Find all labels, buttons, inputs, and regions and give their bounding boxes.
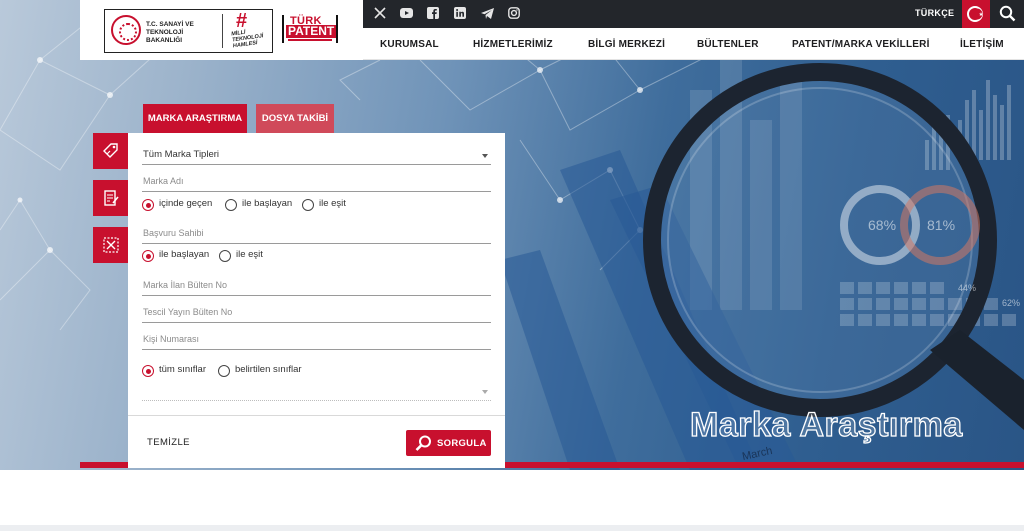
hero-stat-1: 68% — [868, 217, 896, 233]
ministry-name: T.C. SANAYİ VE TEKNOLOJİ BAKANLIĞI — [146, 21, 216, 45]
linkedin-icon[interactable] — [453, 6, 467, 20]
tab-dosya-takibi[interactable]: DOSYA TAKİBİ — [256, 104, 334, 133]
chevron-down-icon — [482, 154, 488, 158]
mark-type-select[interactable]: Tüm Marka Tipleri — [142, 146, 491, 165]
top-bar: TÜRKÇE — [363, 0, 1024, 28]
search-panel: Tüm Marka Tipleri Marka Adı içinde geçen… — [128, 133, 505, 468]
milli-teknoloji-text: MİLLİ TEKNOLOJİ HAMLESİ — [231, 27, 269, 50]
applicant-field[interactable]: Başvuru Sahibi — [142, 225, 491, 244]
nav-item-kurumsal[interactable]: KURUMSAL — [380, 39, 439, 50]
search-icon — [414, 434, 434, 452]
registry-bulletin-field[interactable]: Tescil Yayın Bülten No — [142, 304, 491, 323]
chevron-down-icon — [482, 390, 488, 394]
clear-button[interactable]: TEMİZLE — [147, 437, 190, 448]
turk-patent-underline — [288, 39, 332, 41]
radio-applicant-starts-label: ile başlayan — [159, 249, 209, 260]
mark-name-field[interactable]: Marka Adı — [142, 173, 491, 192]
hero-stat-3: 44% — [958, 283, 976, 293]
query-button[interactable]: SORGULA — [406, 430, 491, 456]
tab-marka-arastirma[interactable]: MARKA ARAŞTIRMA — [143, 104, 247, 133]
turkey-flag-icon — [962, 0, 990, 28]
bulletin-no-placeholder: Marka İlan Bülten No — [143, 280, 227, 290]
radio-specified-classes-label: belirtilen sınıflar — [235, 364, 302, 375]
nav-item-hizmetlerimiz[interactable]: HİZMETLERİMİZ — [473, 39, 553, 50]
tag-icon — [102, 142, 120, 160]
radio-applicant-equals-label: ile eşit — [236, 249, 263, 260]
side-button-other[interactable] — [93, 227, 128, 263]
document-edit-icon — [102, 189, 120, 207]
youtube-icon[interactable] — [399, 6, 413, 20]
panel-divider — [128, 415, 505, 416]
radio-all-classes-label: tüm sınıflar — [159, 364, 206, 375]
radio-all-classes[interactable] — [142, 365, 154, 377]
bulletin-no-field[interactable]: Marka İlan Bülten No — [142, 277, 491, 296]
x-icon[interactable] — [373, 6, 387, 20]
nav-item-vekiller[interactable]: PATENT/MARKA VEKİLLERİ — [792, 39, 930, 50]
radio-applicant-equals[interactable] — [219, 250, 231, 262]
logo-divider — [222, 14, 223, 48]
side-button-marka[interactable] — [93, 133, 128, 169]
applicant-placeholder: Başvuru Sahibi — [143, 228, 204, 238]
mark-type-value: Tüm Marka Tipleri — [143, 149, 219, 160]
person-number-field[interactable]: Kişi Numarası — [142, 331, 491, 350]
telegram-icon[interactable] — [480, 6, 494, 20]
radio-name-contains[interactable] — [142, 199, 154, 211]
side-button-document[interactable] — [93, 180, 128, 216]
turk-patent-logo[interactable]: TÜRK PATENT — [282, 15, 338, 43]
class-select[interactable] — [142, 382, 491, 401]
hero-title: Marka Araştırma — [690, 406, 963, 445]
grid-cross-icon — [102, 236, 120, 254]
language-flag-button[interactable] — [962, 0, 990, 28]
registry-bulletin-placeholder: Tescil Yayın Bülten No — [143, 307, 232, 317]
nav-item-bultenler[interactable]: BÜLTENLER — [697, 39, 759, 50]
radio-name-starts-label: ile başlayan — [242, 198, 292, 209]
search-button[interactable] — [993, 0, 1024, 28]
mark-name-placeholder: Marka Adı — [143, 176, 184, 186]
radio-name-equals[interactable] — [302, 199, 314, 211]
nav-item-iletisim[interactable]: İLETİŞİM — [960, 39, 1004, 50]
radio-applicant-starts[interactable] — [142, 250, 154, 262]
radio-specified-classes[interactable] — [218, 365, 230, 377]
hero-stat-4: 62% — [1002, 298, 1020, 308]
instagram-icon[interactable] — [507, 6, 521, 20]
main-nav: KURUMSAL HİZMETLERİMİZ BİLGİ MERKEZİ BÜL… — [363, 28, 1024, 60]
language-selector[interactable]: TÜRKÇE — [915, 8, 954, 18]
ministry-emblem-icon — [111, 15, 141, 45]
ministry-logo-link[interactable]: T.C. SANAYİ VE TEKNOLOJİ BAKANLIĞI # MİL… — [104, 9, 273, 53]
query-button-label: SORGULA — [437, 438, 487, 449]
nav-item-bilgi-merkezi[interactable]: BİLGİ MERKEZİ — [588, 39, 665, 50]
radio-name-contains-label: içinde geçen — [159, 198, 212, 209]
milli-teknoloji-logo: # MİLLİ TEKNOLOJİ HAMLESİ — [228, 13, 268, 49]
footer-band — [0, 525, 1024, 531]
radio-name-starts[interactable] — [225, 199, 237, 211]
turk-patent-logo-line2: PATENT — [286, 25, 336, 38]
person-number-placeholder: Kişi Numarası — [143, 334, 199, 344]
hero-stat-2: 81% — [927, 217, 955, 233]
search-icon — [993, 0, 1024, 28]
facebook-icon[interactable] — [426, 6, 440, 20]
radio-name-equals-label: ile eşit — [319, 198, 346, 209]
